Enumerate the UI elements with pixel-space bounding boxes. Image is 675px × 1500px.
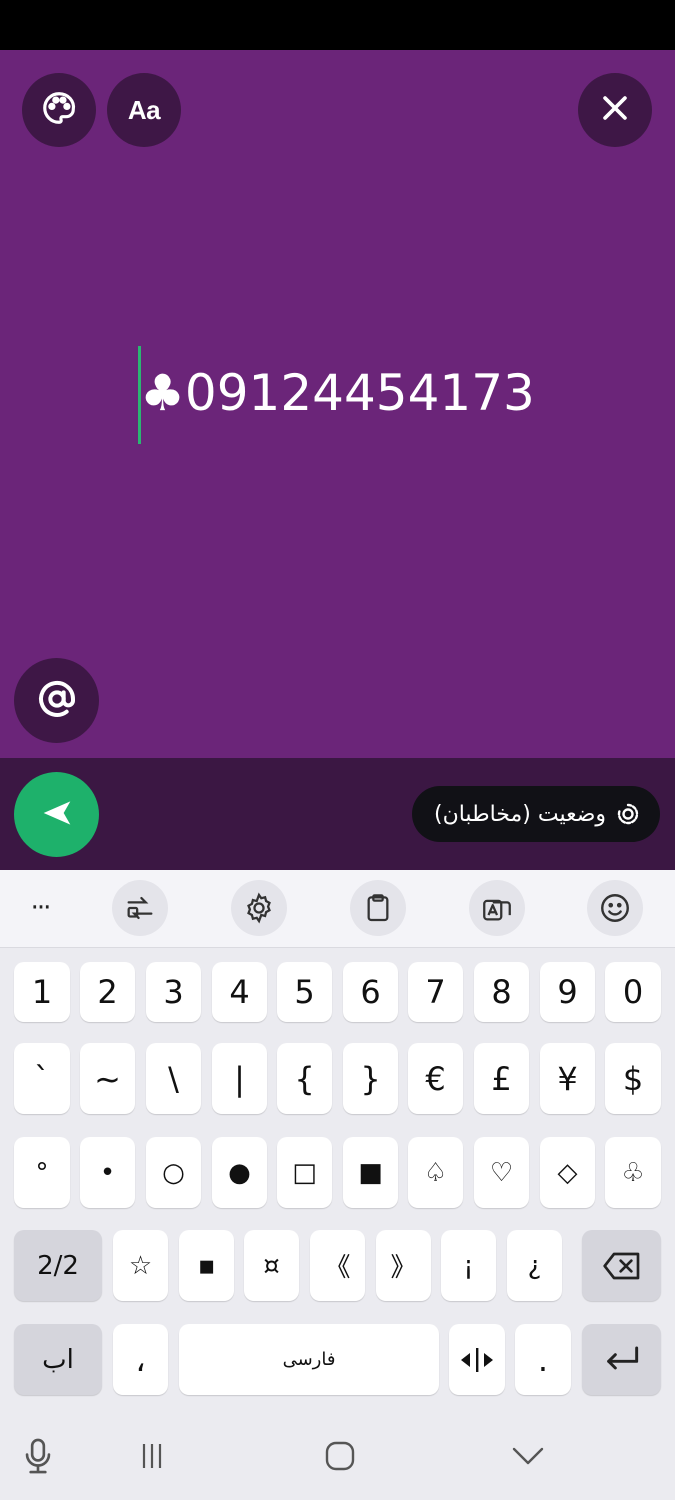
navigation-bar [0,1412,675,1500]
key-tilde[interactable]: ~ [80,1043,135,1114]
key-white-square[interactable]: □ [277,1137,332,1208]
key-euro[interactable]: € [408,1043,463,1114]
key-cursor-move[interactable] [449,1324,505,1395]
key-heart[interactable]: ♡ [474,1137,529,1208]
key-inverted-exclamation[interactable]: ¡ [441,1230,496,1301]
keyboard-settings-button[interactable] [231,880,287,936]
status-compose-area[interactable]: Aa ♣09124454173 [0,50,675,758]
key-language[interactable]: اب [14,1324,102,1395]
translate-icon [480,891,514,925]
status-ring-icon [616,802,640,826]
key-pipe[interactable]: | [212,1043,267,1114]
key-black-circle[interactable]: ● [212,1137,267,1208]
send-arrow-icon [37,793,77,837]
font-style-button[interactable]: Aa [107,73,181,147]
key-left-brace[interactable]: { [277,1043,332,1114]
key-6[interactable]: 6 [343,962,398,1022]
status-text-input[interactable]: ♣09124454173 [140,368,535,418]
home-icon [324,1440,356,1472]
recents-button[interactable] [130,1436,174,1476]
close-icon [598,91,632,129]
more-icon: ··· [30,893,52,923]
key-page-toggle[interactable]: 2/2 [14,1230,102,1301]
palette-button[interactable] [22,73,96,147]
key-small-square[interactable]: ▪ [179,1230,234,1301]
key-dollar[interactable]: $ [605,1043,661,1114]
key-backslash[interactable]: \ [146,1043,201,1114]
key-bullet[interactable]: • [80,1137,135,1208]
backspace-icon [602,1251,642,1281]
key-1[interactable]: 1 [14,962,70,1022]
key-backspace[interactable] [582,1230,661,1301]
voice-input-button[interactable] [18,1436,58,1476]
key-4[interactable]: 4 [212,962,267,1022]
key-white-circle[interactable]: ○ [146,1137,201,1208]
key-yen[interactable]: ¥ [540,1043,595,1114]
mic-icon [23,1437,53,1475]
key-0[interactable]: 0 [605,962,661,1022]
key-9[interactable]: 9 [540,962,595,1022]
clipboard-icon [362,892,394,924]
emoji-icon [598,891,632,925]
palette-icon [40,89,78,131]
enter-icon [602,1344,642,1376]
key-2[interactable]: 2 [80,962,135,1022]
swap-mode-button[interactable] [112,880,168,936]
key-club[interactable]: ♧ [605,1137,661,1208]
mention-button[interactable] [14,658,99,743]
cursor-move-icon [457,1345,497,1375]
key-backtick[interactable]: ` [14,1043,70,1114]
key-space[interactable]: فارسی [179,1324,439,1395]
translate-button[interactable] [469,880,525,936]
key-enter[interactable] [582,1324,661,1395]
key-right-brace[interactable]: } [343,1043,398,1114]
key-3[interactable]: 3 [146,962,201,1022]
at-icon [37,679,77,723]
key-black-square[interactable]: ■ [343,1137,398,1208]
status-text-wrapper: ♣09124454173 [0,346,675,444]
key-inverted-question[interactable]: ¿ [507,1230,562,1301]
key-diamond[interactable]: ◇ [540,1137,595,1208]
recents-icon [136,1441,168,1471]
close-button[interactable] [578,73,652,147]
key-left-double-angle[interactable]: 《 [310,1230,365,1301]
key-star[interactable]: ☆ [113,1230,168,1301]
key-period[interactable]: . [515,1324,571,1395]
status-audience-button[interactable]: وضعیت (مخاطبان) [411,786,660,842]
text-cursor [138,346,142,444]
font-style-label: Aa [127,94,161,125]
key-arabic-comma[interactable]: ، [113,1324,168,1395]
keyboard: ··· 1 2 3 4 5 6 7 8 9 0 ` ~ \ | {} € £ … [0,870,675,1500]
keyboard-toolbar: ··· [0,870,675,948]
send-bar: وضعیت (مخاطبان) [0,758,675,870]
emoji-button[interactable] [587,880,643,936]
gear-icon [242,891,276,925]
more-options-button[interactable]: ··· [12,880,68,936]
key-degree[interactable]: ° [14,1137,70,1208]
status-bar [0,0,675,50]
status-audience-label: وضعیت (مخاطبان) [433,801,606,827]
home-button[interactable] [318,1436,362,1476]
swap-icon [123,891,157,925]
key-5[interactable]: 5 [277,962,332,1022]
key-8[interactable]: 8 [474,962,529,1022]
chevron-down-icon [511,1444,545,1468]
key-pound[interactable]: £ [474,1043,529,1114]
key-7[interactable]: 7 [408,962,463,1022]
key-spade[interactable]: ♤ [408,1137,463,1208]
key-currency-sign[interactable]: ¤ [244,1230,299,1301]
hide-keyboard-button[interactable] [506,1436,550,1476]
key-right-double-angle[interactable]: 》 [376,1230,431,1301]
send-button[interactable] [14,772,99,857]
clipboard-button[interactable] [350,880,406,936]
